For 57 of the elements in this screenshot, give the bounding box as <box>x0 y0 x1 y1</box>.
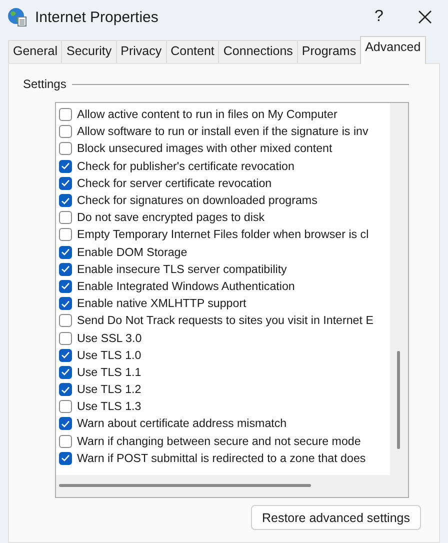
checkbox[interactable] <box>59 332 72 345</box>
checkbox[interactable] <box>59 108 72 122</box>
checkbox[interactable] <box>59 142 72 156</box>
checkbox[interactable] <box>59 280 72 293</box>
setting-label: Warn if changing between secure and not secure mode <box>77 434 361 448</box>
group-label: Settings <box>23 77 66 91</box>
checkbox[interactable] <box>59 194 72 208</box>
setting-label: Check for server certificate revocation <box>77 176 272 190</box>
tab[interactable]: Advanced <box>360 36 426 64</box>
setting-label: Enable native XMLHTTP support <box>77 297 246 310</box>
checkbox[interactable] <box>59 417 72 430</box>
setting-label: Check for signatures on downloaded programs <box>77 194 318 208</box>
checkbox[interactable] <box>59 348 72 362</box>
setting-label: Warn if POST submittal is redirected to a zone that does <box>77 452 366 465</box>
checkbox[interactable] <box>59 400 72 414</box>
checkbox[interactable] <box>59 297 72 310</box>
checkbox[interactable] <box>59 246 72 259</box>
restore-button[interactable]: Restore advanced settings <box>250 505 421 530</box>
tab[interactable]: Programs <box>296 40 362 63</box>
setting-label: Enable DOM Storage <box>77 246 188 259</box>
checkbox[interactable] <box>59 383 72 396</box>
setting-label: Use SSL 3.0 <box>77 332 142 345</box>
setting-label: Do not save encrypted pages to disk <box>77 211 265 224</box>
setting-label: Use TLS 1.2 <box>77 383 142 396</box>
checkbox[interactable] <box>59 314 72 328</box>
setting-label: Enable insecure TLS server compatibility <box>77 262 287 276</box>
setting-label: Allow software to run or install even if the signature is inv <box>77 125 368 138</box>
setting-label: Warn about certificate address mismatch <box>77 417 287 430</box>
scrollbar-thumb[interactable] <box>397 351 400 449</box>
checkbox[interactable] <box>59 452 72 465</box>
checkbox[interactable] <box>59 125 72 138</box>
setting-label: Send Do Not Track requests to sites you visit in Internet E <box>77 314 374 328</box>
checkbox[interactable] <box>59 434 72 448</box>
checkbox[interactable] <box>59 211 72 224</box>
tab[interactable]: Content <box>166 40 220 63</box>
setting-label: Check for publisher's certificate revocation <box>77 160 294 173</box>
help-button[interactable]: ? <box>356 8 402 26</box>
checkbox[interactable] <box>59 366 72 379</box>
setting-label: Block unsecured images with other mixed content <box>77 142 332 156</box>
tab[interactable]: Connections <box>218 40 298 63</box>
globe-icon <box>7 7 27 27</box>
checkbox[interactable] <box>59 160 72 173</box>
close-icon[interactable] <box>418 10 432 24</box>
setting-label: Use TLS 1.3 <box>77 400 142 414</box>
setting-label: Allow active content to run in files on My Computer <box>77 108 338 122</box>
setting-label: Enable Integrated Windows Authentication <box>77 280 295 293</box>
checkbox[interactable] <box>59 176 72 190</box>
setting-label: Empty Temporary Internet Files folder when browser is cl <box>77 228 369 242</box>
checkbox[interactable] <box>59 228 72 242</box>
setting-label: Use TLS 1.1 <box>77 366 142 379</box>
tab[interactable]: General <box>8 40 62 63</box>
tab[interactable]: Security <box>61 40 117 63</box>
setting-label: Use TLS 1.0 <box>77 348 142 362</box>
window-title: Internet Properties <box>35 8 160 26</box>
scrollbar-thumb[interactable] <box>59 484 311 487</box>
tab[interactable]: Privacy <box>116 40 167 63</box>
checkbox[interactable] <box>59 262 72 276</box>
